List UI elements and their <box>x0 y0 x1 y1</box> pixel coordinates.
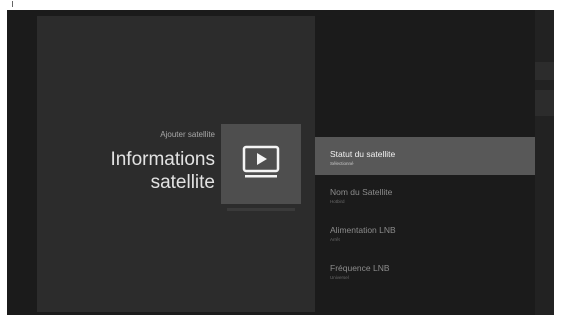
breadcrumb-subtitle: Ajouter satellite <box>160 130 215 139</box>
tv-screen: Ajouter satellite Informations satellite… <box>7 10 554 315</box>
menu-item-value: Universel <box>330 275 349 280</box>
tv-tile <box>221 124 301 204</box>
tile-shadow <box>227 208 295 211</box>
menu-item-lnb-frequency[interactable]: Fréquence LNB Universel <box>315 251 535 289</box>
menu-item-lnb-power[interactable]: Alimentation LNB Arrêt <box>315 213 535 251</box>
settings-list: Statut du satellite Sélectionné Nom du S… <box>315 137 535 289</box>
menu-item-value: Hotbird <box>330 199 345 204</box>
menu-item-value: Sélectionné <box>330 161 354 166</box>
menu-item-title: Nom du Satellite <box>330 187 393 197</box>
tv-play-icon <box>241 145 281 184</box>
menu-item-satellite-name[interactable]: Nom du Satellite Hotbird <box>315 175 535 213</box>
page-title-line-2: satellite <box>150 172 215 193</box>
menu-item-title: Alimentation LNB <box>330 225 396 235</box>
corner-mark <box>12 1 13 7</box>
info-panel: Ajouter satellite Informations satellite <box>37 16 315 312</box>
background-edge-strip <box>535 10 554 315</box>
menu-item-value: Arrêt <box>330 237 340 242</box>
menu-item-satellite-status[interactable]: Statut du satellite Sélectionné <box>315 137 535 175</box>
edge-strip-block <box>535 90 554 116</box>
page-title-line-1: Informations <box>110 149 215 170</box>
edge-strip-block <box>535 62 554 80</box>
menu-item-title: Statut du satellite <box>330 149 396 159</box>
page-title: Informations satellite <box>110 148 215 194</box>
menu-item-title: Fréquence LNB <box>330 263 390 273</box>
